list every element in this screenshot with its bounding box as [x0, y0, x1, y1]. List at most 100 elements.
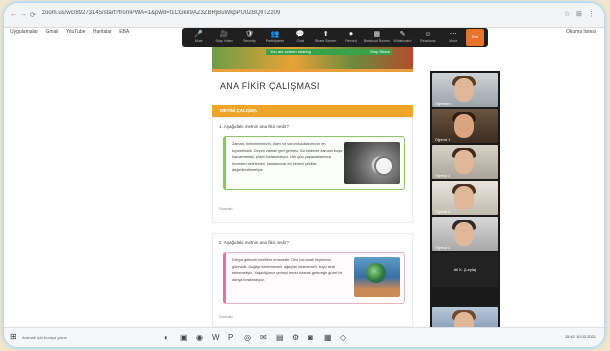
back-icon[interactable]: ← — [10, 11, 17, 18]
passage-image — [344, 142, 400, 184]
forward-icon[interactable]: → — [20, 11, 27, 18]
tb-label: Mute — [194, 39, 203, 43]
bookmark-item[interactable]: YouTube — [66, 29, 86, 35]
screen-sharing-bar[interactable]: You are screen sharing Stop Share — [266, 49, 392, 55]
video-tile[interactable]: Öğrenci 1 — [432, 109, 498, 143]
bookmarks-bar: Uygulamalar Gmail YouTube Haritalar EBA — [10, 29, 135, 39]
tb-reactions[interactable]: ☺ Reactions — [415, 31, 440, 44]
tb-label: Reactions — [420, 39, 436, 43]
participant-name: Öğretmen — [435, 102, 451, 106]
camera-icon[interactable]: ◙ — [308, 333, 313, 342]
participant-name: Ali K. (Leyla) — [453, 267, 477, 272]
settings-icon[interactable]: ⚙ — [292, 333, 299, 342]
tb-label: Stop Video — [215, 39, 233, 43]
tb-label: Participants — [265, 39, 285, 43]
zoom-app-icon[interactable]: ◎ — [244, 333, 251, 342]
tb-more[interactable]: ⋯ More — [441, 31, 466, 44]
clock: 15:42 10.03.2021 — [565, 334, 596, 339]
clock-date: 10.03.2021 — [575, 334, 596, 339]
tb-label: Whiteboard — [393, 39, 412, 43]
start-icon[interactable]: ⊞ — [10, 332, 17, 341]
passage-text: Dünya gelecek nesillere emanettir. Onu k… — [232, 258, 343, 282]
bookmark-item[interactable]: Haritalar — [93, 29, 112, 35]
tb-share[interactable]: ⬆ Share Screen — [313, 31, 338, 44]
section-header: METİNİ ÇALIŞMA — [212, 105, 413, 117]
participants-icon: 👥 — [270, 31, 280, 38]
calculator-icon[interactable]: ▦ — [324, 333, 332, 342]
question-card: 1. Aşağıdaki metnin ana fikri nedir? Zam… — [212, 117, 413, 223]
reading-passage: Dünya gelecek nesillere emanettir. Onu k… — [223, 252, 405, 304]
refresh-icon[interactable]: ⟳ — [30, 11, 36, 19]
tb-label: Record — [345, 39, 357, 43]
passage-image — [354, 257, 400, 297]
participant-name: Öğrenci 3 — [435, 210, 451, 214]
avatar — [454, 78, 474, 102]
tb-record[interactable]: ⏺ Record — [338, 31, 363, 44]
clock-time: 15:42 — [564, 334, 575, 339]
mic-icon: 🎤 — [194, 31, 204, 38]
tb-breakout[interactable]: ▦ Breakout Rooms — [364, 31, 390, 44]
record-icon: ⏺ — [349, 31, 353, 38]
share-icon: ⬆ — [322, 31, 329, 38]
store-icon[interactable]: ▤ — [276, 333, 284, 342]
avatar — [454, 222, 474, 246]
menu-icon[interactable]: ⋮ — [588, 10, 595, 18]
stop-share-button[interactable]: Stop Share — [370, 49, 390, 55]
windows-taskbar: ⊞ Aramak için buraya yazın ◐ ▣ ◉ W P ◎ ✉… — [4, 327, 604, 347]
browser-window: ← → ⟳ zoom.us/wc/89273145/start?fromPWA=… — [4, 3, 604, 347]
avatar — [454, 150, 474, 174]
avatar — [454, 114, 474, 138]
tb-video[interactable]: 🎥 Stop Video — [211, 31, 236, 44]
taskbar-search[interactable]: Aramak için buraya yazın — [22, 335, 67, 340]
sharing-text: You are screen sharing — [270, 49, 311, 54]
shared-screen: You are screen sharing Stop Share ANA Fİ… — [4, 47, 604, 347]
participant-name: Öğrenci 2 — [435, 174, 451, 178]
tb-participants[interactable]: 👥 Participants — [262, 31, 287, 44]
passage-text: Zaman, birikimlerimizin, ödev ve sorumlu… — [232, 142, 343, 172]
star-icon[interactable]: ☆ — [564, 10, 570, 18]
tb-label: More — [449, 39, 458, 43]
participant-name: Öğrenci 1 — [435, 138, 451, 142]
photos-icon[interactable]: ◇ — [340, 333, 346, 342]
tb-chat[interactable]: 💬 Chat — [288, 31, 313, 44]
end-meeting-button[interactable]: End — [465, 29, 484, 46]
word-icon[interactable]: W — [212, 333, 220, 342]
whiteboard-icon: ✎ — [399, 31, 406, 38]
tb-mute[interactable]: 🎤 Mute — [186, 31, 211, 44]
address-bar[interactable]: ← → ⟳ zoom.us/wc/89273145/start?fromPWA=… — [4, 3, 604, 28]
extensions-icon[interactable]: ⊞ — [576, 10, 582, 18]
bookmark-item[interactable]: Gmail — [45, 29, 58, 35]
mail-icon[interactable]: ✉ — [260, 333, 267, 342]
video-tile[interactable]: Öğrenci 3 — [432, 181, 498, 215]
reading-list[interactable]: Okuma listesi — [566, 29, 596, 35]
video-tile[interactable]: Öğrenci 4 — [432, 217, 498, 251]
bookmark-item[interactable]: EBA — [119, 29, 129, 35]
breakout-icon: ▦ — [373, 31, 381, 38]
edge-icon[interactable]: ◐ — [164, 333, 169, 342]
next-link[interactable]: Sonraki — [219, 206, 233, 211]
tb-label: End — [471, 35, 479, 39]
reactions-icon: ☺ — [424, 31, 432, 38]
apps-icon: ⋯ — [449, 31, 457, 38]
tb-security[interactable]: 🛡 Security — [237, 31, 262, 44]
next-link[interactable]: Sonraki — [219, 314, 233, 319]
page-title: ANA FİKİR ÇALIŞMASI — [220, 81, 320, 91]
powerpoint-icon[interactable]: P — [228, 333, 233, 342]
tb-label: Share Screen — [314, 39, 337, 43]
tb-whiteboard[interactable]: ✎ Whiteboard — [390, 31, 415, 44]
video-tile[interactable]: Öğrenci 2 — [432, 145, 498, 179]
chat-icon: 💬 — [295, 31, 305, 38]
bookmark-item[interactable]: Uygulamalar — [10, 29, 38, 35]
question-card: 2. Aşağıdaki metnin ana fikri nedir? Dün… — [212, 233, 413, 327]
video-tile[interactable]: Öğretmen — [432, 73, 498, 107]
tb-label: Chat — [296, 39, 304, 43]
reading-passage: Zaman, birikimlerimizin, ödev ve sorumlu… — [223, 136, 405, 190]
avatar — [454, 186, 474, 210]
participant-name: Öğrenci 4 — [435, 246, 451, 250]
chrome-icon[interactable]: ◉ — [196, 333, 203, 342]
folder-icon[interactable]: ▣ — [180, 333, 188, 342]
video-tile-off[interactable]: Ali K. (Leyla) — [432, 253, 498, 287]
url-text[interactable]: zoom.us/wc/89273145/start?fromPWA=1&pwd=… — [42, 10, 342, 16]
tb-label: Security — [243, 39, 256, 43]
question-text: 1. Aşağıdaki metnin ana fikri nedir? — [219, 124, 290, 129]
